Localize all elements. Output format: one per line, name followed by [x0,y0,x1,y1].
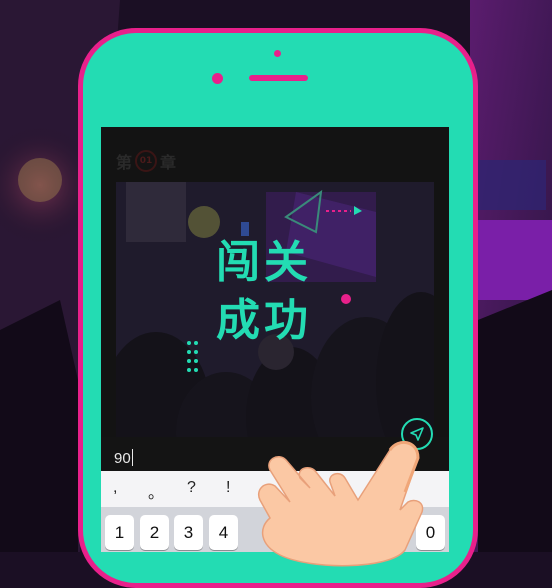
phone-front-sensor [212,73,223,84]
chapter-suffix: 章 [160,153,177,172]
chapter-label: 第 01 章 [116,149,176,173]
result-title-line1: 闯关 [216,237,312,288]
phone-speaker [249,75,308,81]
answer-input-text[interactable]: 90 [114,449,133,467]
level-scene: 闯关 成功 [116,182,434,437]
key-3[interactable]: 3 [174,515,203,550]
punct-period[interactable]: 。 [148,479,164,503]
punct-question[interactable]: ? [187,479,196,497]
answer-value: 90 [114,450,131,467]
key-1[interactable]: 1 [105,515,134,550]
phone-camera-dot [274,50,281,57]
chapter-prefix: 第 [116,153,133,172]
key-4[interactable]: 4 [209,515,238,550]
text-caret [131,449,133,466]
key-2[interactable]: 2 [140,515,169,550]
punct-exclaim[interactable]: ! [226,479,230,497]
decor-dots [187,341,198,372]
pointing-hand-illustration [258,441,424,567]
result-title-line2: 成功 [216,295,312,346]
punct-comma[interactable]: , [113,479,117,497]
chapter-number: 01 [135,150,158,172]
